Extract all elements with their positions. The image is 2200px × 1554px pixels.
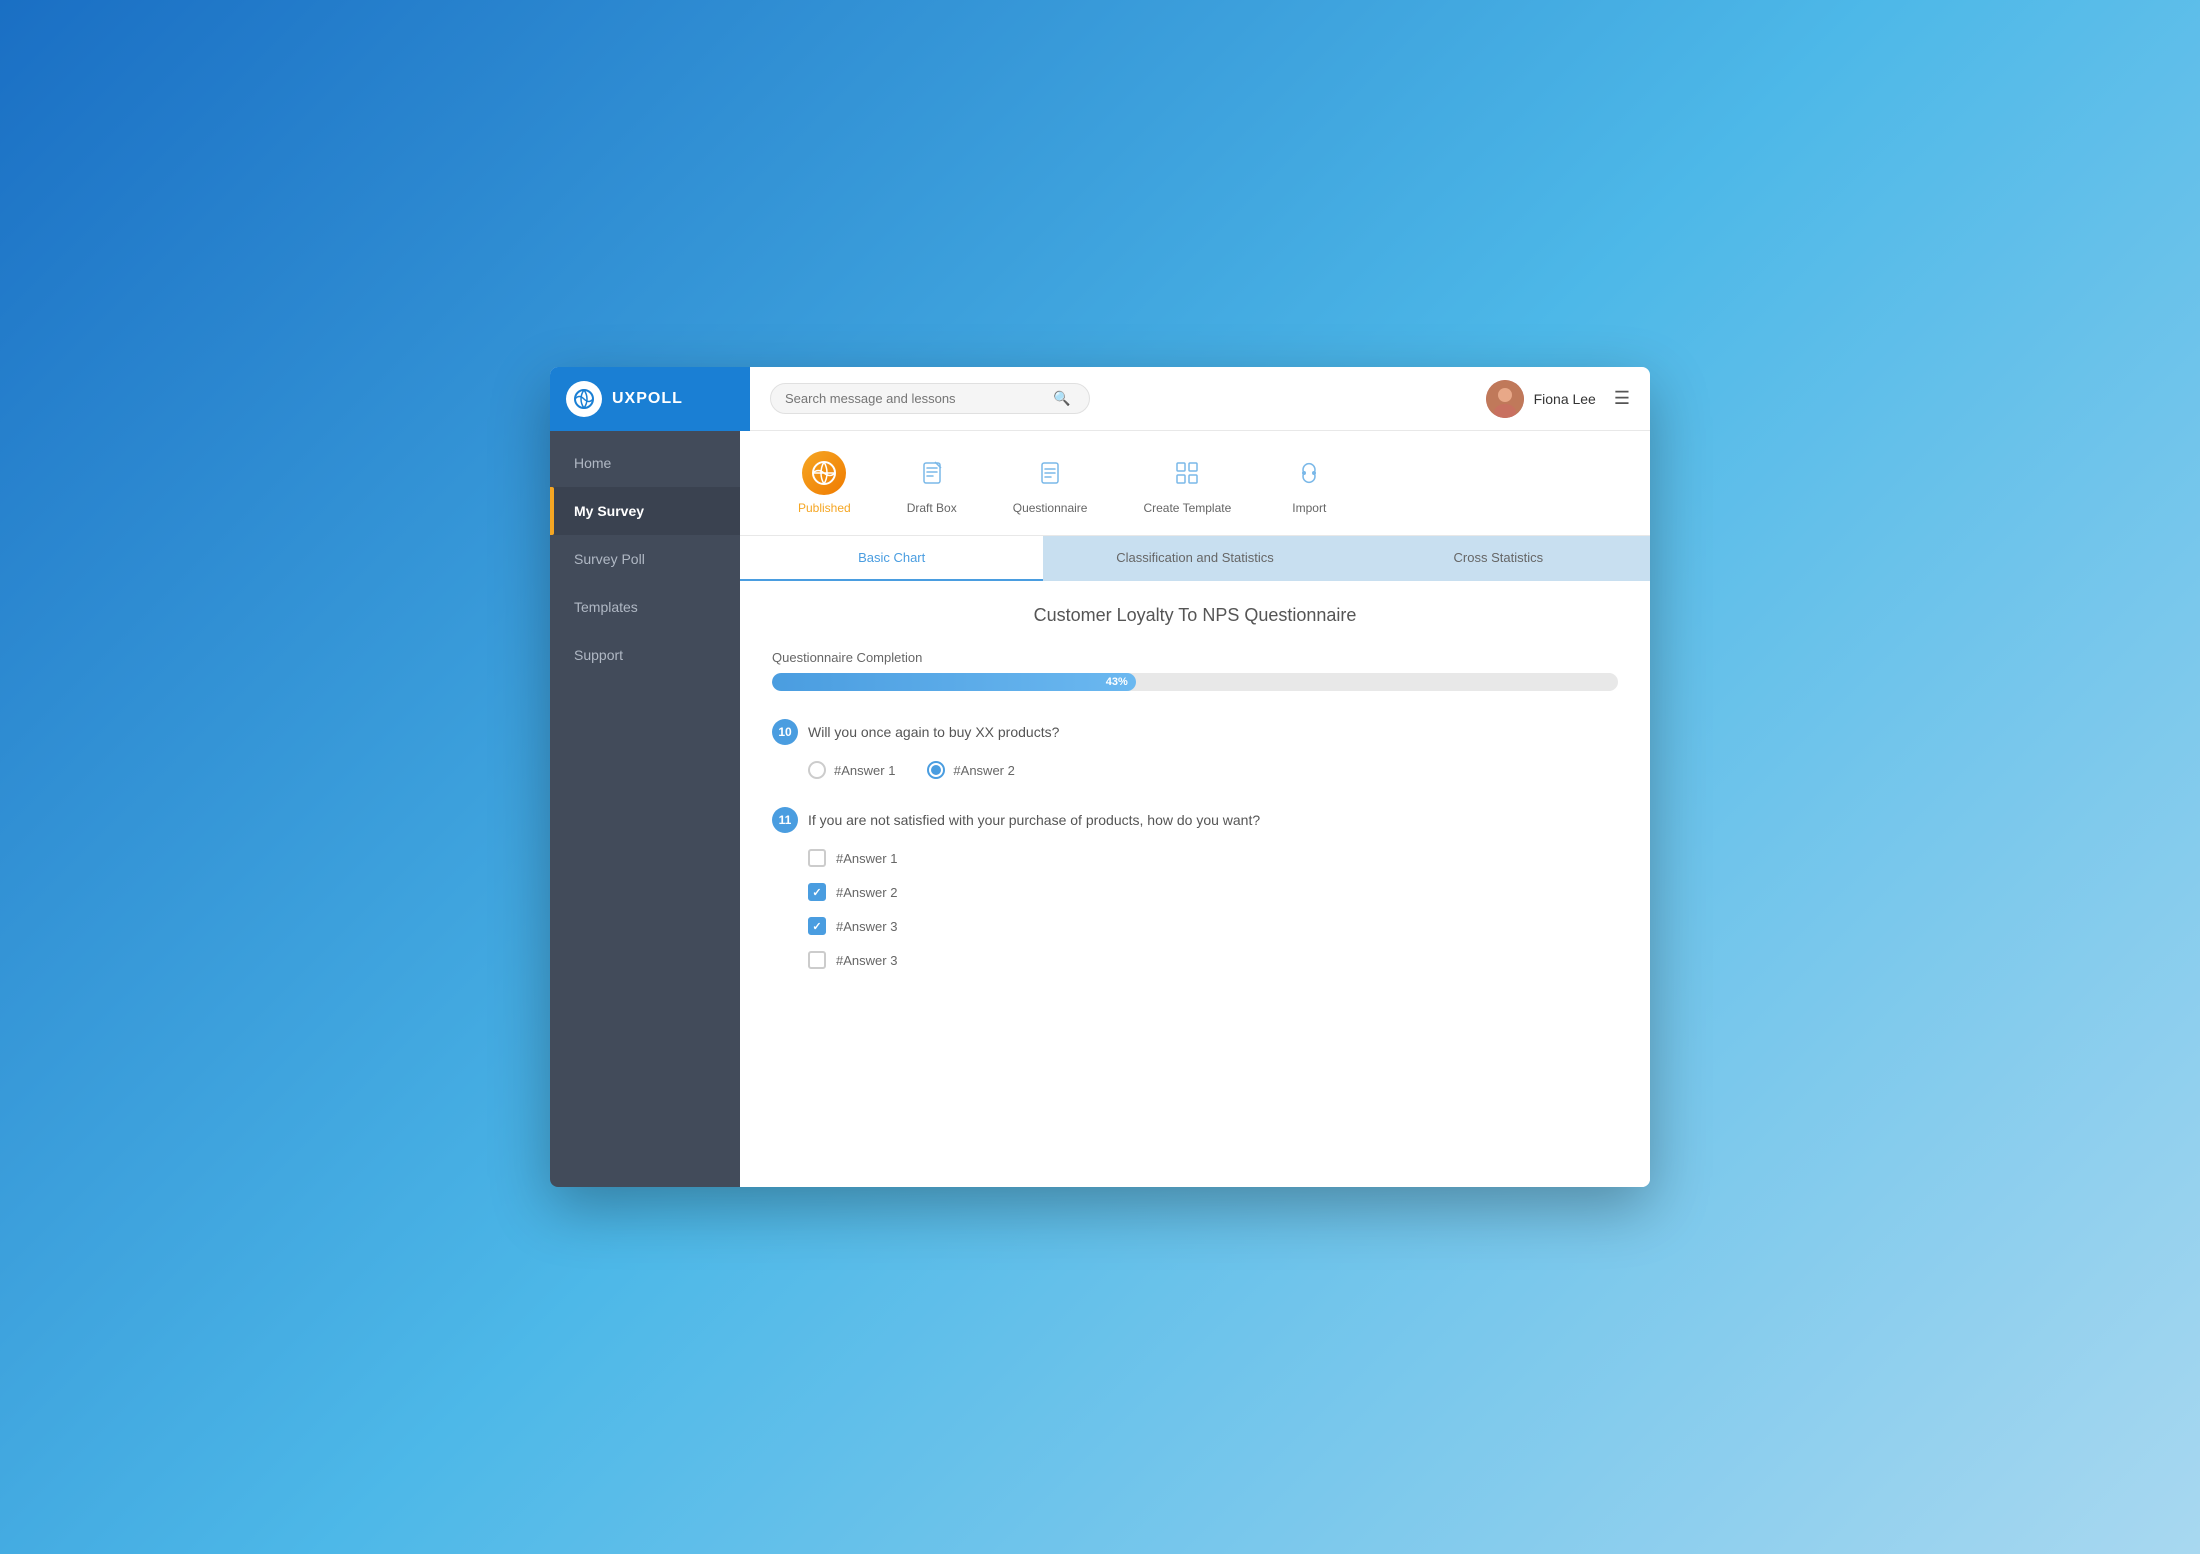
checkbox-label-1: #Answer 1 [836, 851, 897, 866]
draft-icon-wrap [910, 451, 954, 495]
question-10-header: 10 Will you once again to buy XX product… [772, 719, 1618, 745]
question-11-answers: #Answer 1 #Answer 2 #Answer 3 #Answ [772, 849, 1618, 969]
question-10-num: 10 [772, 719, 798, 745]
checkbox-answer-1[interactable]: #Answer 1 [808, 849, 1618, 867]
logo-area: UXPOLL [550, 367, 750, 431]
checkbox-btn-2[interactable] [808, 883, 826, 901]
icon-bar-questionnaire[interactable]: Questionnaire [985, 443, 1116, 523]
content-area: Customer Loyalty To NPS Questionnaire Qu… [740, 581, 1650, 1187]
icon-bar-draft[interactable]: Draft Box [879, 443, 985, 523]
checkbox-answer-2[interactable]: #Answer 2 [808, 883, 1618, 901]
avatar [1486, 380, 1524, 418]
checkbox-answer-3[interactable]: #Answer 3 [808, 917, 1618, 935]
published-label: Published [798, 501, 851, 515]
progress-text: 43% [1106, 676, 1128, 688]
published-icon-wrap [802, 451, 846, 495]
search-area: 🔍 [750, 383, 1486, 414]
user-name: Fiona Lee [1534, 391, 1596, 407]
create-template-label: Create Template [1143, 501, 1231, 515]
sidebar: Home My Survey Survey Poll Templates Sup… [550, 431, 740, 1187]
questionnaire-icon-wrap [1028, 451, 1072, 495]
user-area: Fiona Lee ☰ [1486, 380, 1630, 418]
checkbox-label-4: #Answer 3 [836, 953, 897, 968]
tab-cross-statistics[interactable]: Cross Statistics [1347, 536, 1650, 581]
sidebar-item-support[interactable]: Support [550, 631, 740, 679]
radio-label-1: #Answer 1 [834, 763, 895, 778]
menu-icon[interactable]: ☰ [1614, 388, 1630, 409]
header: UXPOLL 🔍 Fiona Lee ☰ [550, 367, 1650, 431]
radio-label-2: #Answer 2 [953, 763, 1014, 778]
icon-bar: Published Draft Box [740, 431, 1650, 536]
icon-bar-published[interactable]: Published [770, 443, 879, 523]
checkbox-label-2: #Answer 2 [836, 885, 897, 900]
question-11-header: 11 If you are not satisfied with your pu… [772, 807, 1618, 833]
search-icon: 🔍 [1053, 390, 1070, 407]
progress-section: Questionnaire Completion 43% [772, 650, 1618, 691]
content-title: Customer Loyalty To NPS Questionnaire [772, 605, 1618, 626]
progress-bar-fill: 43% [772, 673, 1136, 691]
checkbox-btn-4[interactable] [808, 951, 826, 969]
questionnaire-label: Questionnaire [1013, 501, 1088, 515]
icon-bar-create-template[interactable]: Create Template [1115, 443, 1259, 523]
body: Home My Survey Survey Poll Templates Sup… [550, 431, 1650, 1187]
progress-bar: 43% [772, 673, 1618, 691]
app-container: UXPOLL 🔍 Fiona Lee ☰ Home [550, 367, 1650, 1187]
icon-bar-import[interactable]: Import [1259, 443, 1359, 523]
sidebar-item-templates[interactable]: Templates [550, 583, 740, 631]
radio-btn-1[interactable] [808, 761, 826, 779]
search-input[interactable] [785, 391, 1045, 406]
create-template-icon-wrap [1165, 451, 1209, 495]
main: Published Draft Box [740, 431, 1650, 1187]
progress-label: Questionnaire Completion [772, 650, 1618, 665]
tabs: Basic Chart Classification and Statistic… [740, 536, 1650, 581]
import-label: Import [1292, 501, 1326, 515]
checkbox-label-3: #Answer 3 [836, 919, 897, 934]
tab-basic-chart[interactable]: Basic Chart [740, 536, 1043, 581]
radio-answer-2[interactable]: #Answer 2 [927, 761, 1014, 779]
question-11-num: 11 [772, 807, 798, 833]
question-10-answers: #Answer 1 #Answer 2 [772, 761, 1618, 779]
checkbox-btn-1[interactable] [808, 849, 826, 867]
radio-btn-2[interactable] [927, 761, 945, 779]
draft-label: Draft Box [907, 501, 957, 515]
sidebar-item-my-survey[interactable]: My Survey [550, 487, 740, 535]
question-11: 11 If you are not satisfied with your pu… [772, 807, 1618, 969]
question-10: 10 Will you once again to buy XX product… [772, 719, 1618, 779]
logo-text: UXPOLL [612, 390, 683, 408]
sidebar-item-survey-poll[interactable]: Survey Poll [550, 535, 740, 583]
checkbox-btn-3[interactable] [808, 917, 826, 935]
sidebar-item-home[interactable]: Home [550, 439, 740, 487]
search-box[interactable]: 🔍 [770, 383, 1090, 414]
radio-answer-1[interactable]: #Answer 1 [808, 761, 895, 779]
question-11-text: If you are not satisfied with your purch… [808, 812, 1260, 828]
tab-classification[interactable]: Classification and Statistics [1043, 536, 1346, 581]
logo-icon [566, 381, 602, 417]
checkbox-answer-4[interactable]: #Answer 3 [808, 951, 1618, 969]
question-10-text: Will you once again to buy XX products? [808, 724, 1059, 740]
import-icon-wrap [1287, 451, 1331, 495]
